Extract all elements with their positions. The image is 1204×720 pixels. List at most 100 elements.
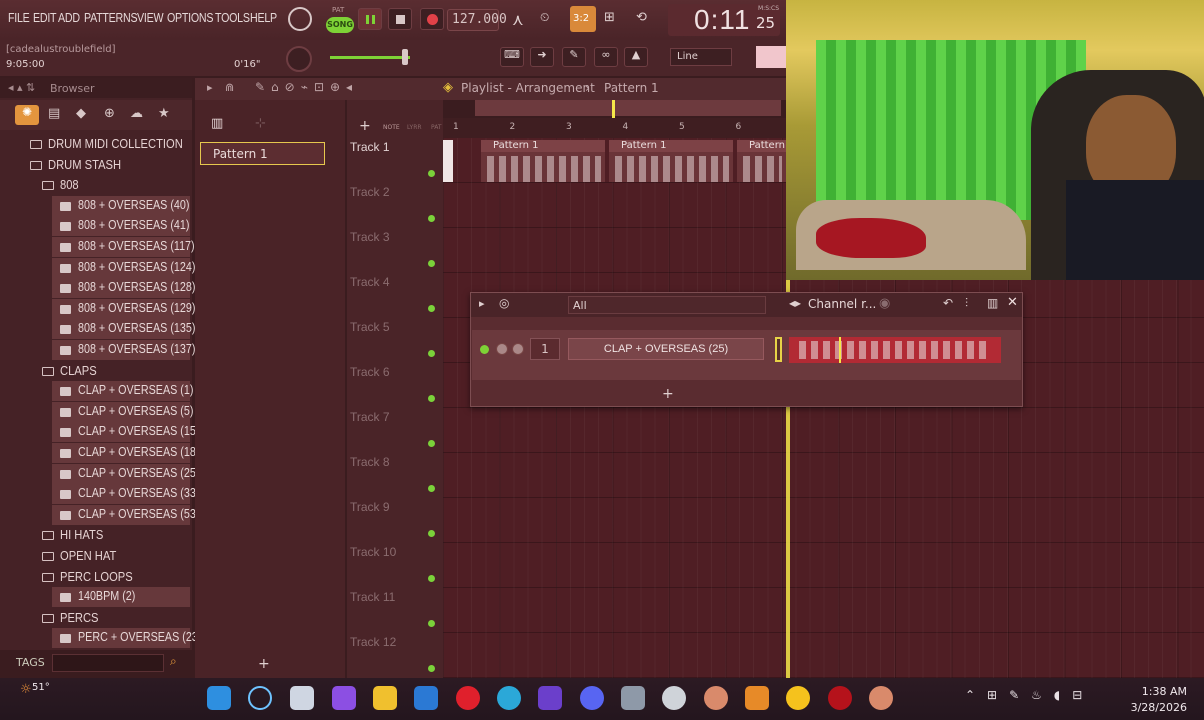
- countdown-button[interactable]: 3:2: [570, 6, 596, 32]
- browser-nav-icon[interactable]: ◂ ▴ ⇅: [8, 81, 35, 94]
- master-volume-knob[interactable]: [288, 7, 312, 31]
- browser-file[interactable]: CLAP + OVERSEAS (18): [78, 445, 199, 465]
- browser-web-icon[interactable]: ⊕: [104, 106, 115, 121]
- obs-icon[interactable]: [662, 686, 686, 710]
- track-mute-led[interactable]: [428, 170, 435, 177]
- weather-icon[interactable]: ☼: [20, 682, 32, 697]
- browser-folder[interactable]: PERC LOOPS: [60, 569, 133, 589]
- loop-record-icon[interactable]: ⟲: [636, 10, 647, 25]
- app2-icon[interactable]: [869, 686, 893, 710]
- browser-file[interactable]: 808 + OVERSEAS (137): [78, 342, 195, 362]
- track-mute-led[interactable]: [428, 350, 435, 357]
- ruler-mode-layer[interactable]: LYRR: [407, 124, 422, 131]
- browser-file[interactable]: CLAP + OVERSEAS (1): [78, 383, 193, 403]
- browser-file[interactable]: 808 + OVERSEAS (135): [78, 321, 195, 341]
- opera-gx-icon[interactable]: [828, 686, 852, 710]
- browser-file[interactable]: PERC + OVERSEAS (23): [78, 630, 201, 650]
- clock[interactable]: 1:38 AM 3/28/2026: [1127, 684, 1187, 716]
- horizontal-scrollbar[interactable]: [475, 100, 781, 116]
- menu-help[interactable]: HELP: [250, 10, 277, 25]
- menu-view[interactable]: VIEW: [137, 10, 164, 25]
- wait-icon[interactable]: ⏲: [540, 10, 549, 25]
- menu-options[interactable]: OPTIONS: [167, 10, 214, 25]
- brush-icon[interactable]: ✎: [562, 47, 586, 67]
- close-icon[interactable]: ✕: [1007, 295, 1018, 310]
- camera-icon[interactable]: [621, 686, 645, 710]
- undo-icon[interactable]: ↶: [943, 296, 953, 310]
- menu-add[interactable]: ADD: [58, 10, 80, 25]
- link-icon[interactable]: ∞: [594, 47, 618, 67]
- file-explorer-icon[interactable]: [373, 686, 397, 710]
- tempo-display[interactable]: 127.000: [447, 9, 507, 31]
- browser-files-icon[interactable]: ▤: [48, 106, 60, 121]
- browser-folder[interactable]: PERCS: [60, 610, 99, 630]
- browser-file[interactable]: 140BPM (2): [78, 589, 135, 609]
- channel-mixer-track[interactable]: 1: [530, 338, 560, 360]
- browser-file[interactable]: CLAP + OVERSEAS (25): [78, 466, 199, 486]
- browser-plugins-icon[interactable]: ◆: [76, 106, 86, 121]
- track-label[interactable]: Track 12: [350, 635, 396, 649]
- track-mute-led[interactable]: [428, 260, 435, 267]
- track-mute-led[interactable]: [428, 665, 435, 672]
- chrome-icon[interactable]: [786, 686, 810, 710]
- add-track-button[interactable]: +: [359, 118, 371, 134]
- browser-folder[interactable]: 808: [60, 177, 79, 197]
- channel-filter-select[interactable]: All: [568, 296, 766, 314]
- magnet-icon[interactable]: ⋒: [225, 81, 234, 94]
- system-tray-icons[interactable]: ⌃⊞✎♨◖⊟: [965, 688, 1094, 702]
- weather-temp[interactable]: 51°: [32, 682, 50, 693]
- track-label[interactable]: Track 10: [350, 545, 396, 559]
- edge-icon[interactable]: [497, 686, 521, 710]
- step-view-icon[interactable]: ▥: [987, 296, 998, 310]
- channel-pan-knob[interactable]: [496, 343, 508, 355]
- slider-handle[interactable]: [402, 49, 408, 65]
- step-edit-icon[interactable]: ⊞: [604, 10, 615, 25]
- search-taskbar-icon[interactable]: [248, 686, 272, 710]
- browser-all-icon[interactable]: ✺: [15, 105, 39, 125]
- mail-icon[interactable]: [414, 686, 438, 710]
- track-mute-led[interactable]: [428, 395, 435, 402]
- swing-knob-icon[interactable]: ◎: [499, 296, 509, 310]
- track-label[interactable]: Track 6: [350, 365, 390, 379]
- ruler-mode-pat[interactable]: PAT: [431, 124, 442, 131]
- start-icon[interactable]: [207, 686, 231, 710]
- menu-patterns[interactable]: PATTERNS: [84, 10, 138, 25]
- volume-knob-icon[interactable]: ◉: [879, 296, 890, 311]
- browser-folder[interactable]: HI HATS: [60, 527, 103, 547]
- track-label[interactable]: Track 9: [350, 500, 390, 514]
- track-mute-led[interactable]: [428, 305, 435, 312]
- ruler-mode-note[interactable]: NOTE: [383, 124, 400, 131]
- add-channel-button[interactable]: +: [662, 386, 674, 402]
- browser-file[interactable]: 808 + OVERSEAS (41): [78, 218, 189, 238]
- track-label[interactable]: Track 7: [350, 410, 390, 424]
- track-mute-led[interactable]: [428, 440, 435, 447]
- browser-file[interactable]: CLAP + OVERSEAS (33): [78, 486, 199, 506]
- add-pattern-button[interactable]: +: [258, 656, 270, 672]
- browser-file[interactable]: 808 + OVERSEAS (128): [78, 280, 195, 300]
- track-mute-led[interactable]: [428, 485, 435, 492]
- graph-icon[interactable]: ⫶: [965, 296, 968, 311]
- channel-rack-menu-icon[interactable]: ▸: [479, 297, 485, 310]
- audio-icon[interactable]: ⊹: [255, 116, 266, 131]
- search-icon[interactable]: ⌕: [170, 654, 177, 669]
- task-view-icon[interactable]: [290, 686, 314, 710]
- browser-folder[interactable]: OPEN HAT: [60, 548, 116, 568]
- browser-file[interactable]: CLAP + OVERSEAS (5): [78, 404, 193, 424]
- channel-volume-knob[interactable]: [512, 343, 524, 355]
- record-button[interactable]: [420, 8, 444, 30]
- fl-studio-icon[interactable]: [745, 686, 769, 710]
- browser-file[interactable]: CLAP + OVERSEAS (53): [78, 507, 199, 527]
- stamp-icon[interactable]: ▲: [624, 47, 648, 67]
- channel-select-indicator[interactable]: [775, 337, 782, 362]
- browser-folder[interactable]: DRUM MIDI COLLECTION: [48, 136, 183, 156]
- opera-icon[interactable]: [456, 686, 480, 710]
- track-label[interactable]: Track 5: [350, 320, 390, 334]
- track-label[interactable]: Track 11: [350, 590, 395, 604]
- channel-name-button[interactable]: CLAP + OVERSEAS (25): [568, 338, 764, 360]
- copilot-icon[interactable]: [332, 686, 356, 710]
- browser-file[interactable]: 808 + OVERSEAS (129): [78, 301, 195, 321]
- snap-selector[interactable]: Line: [670, 48, 732, 66]
- playlist-menu-icon[interactable]: ▸: [207, 81, 213, 94]
- channel-mute-led[interactable]: [480, 345, 489, 354]
- browser-file[interactable]: 808 + OVERSEAS (117): [78, 239, 195, 259]
